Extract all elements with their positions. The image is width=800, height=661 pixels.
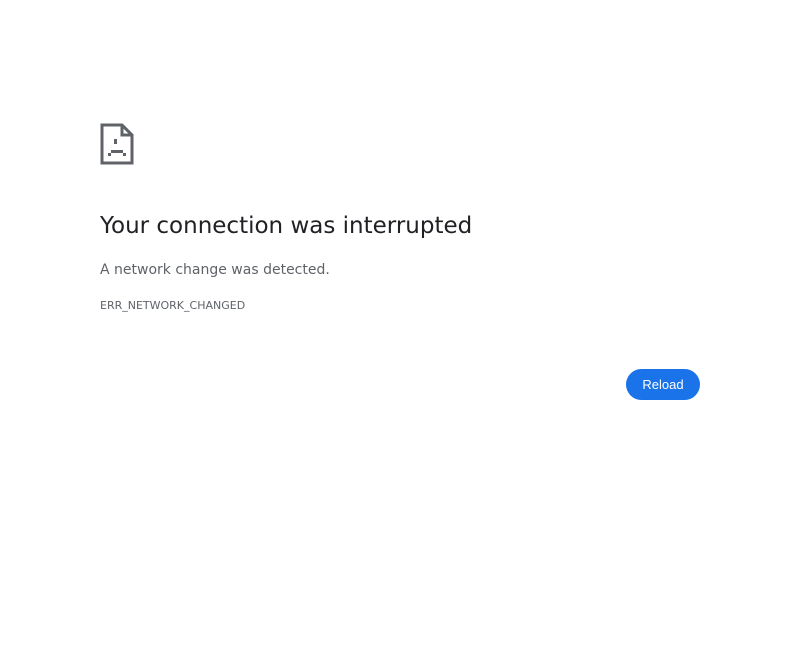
broken-document-icon [100, 123, 134, 165]
error-title: Your connection was interrupted [100, 213, 473, 239]
error-message: A network change was detected. [100, 262, 330, 278]
reload-button[interactable]: Reload [626, 369, 700, 400]
error-code[interactable]: ERR_NETWORK_CHANGED [100, 298, 245, 314]
